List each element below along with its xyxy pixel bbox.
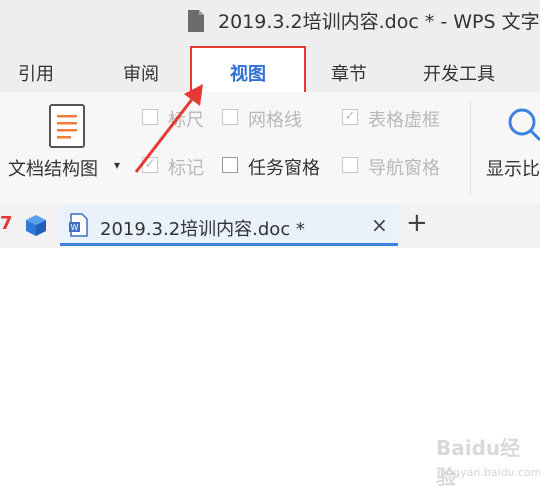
task-pane-label: 任务窗格 (248, 158, 320, 179)
table-gridlines-label: 表格虚框 (368, 110, 440, 131)
new-tab-button[interactable]: + (406, 208, 428, 238)
watermark-logo: Baidu经验 (436, 436, 521, 489)
word-document-icon: W (69, 213, 88, 237)
tab-view-label: 视图 (230, 64, 266, 85)
zoom-button[interactable]: 显示比 (486, 155, 540, 181)
ruler-label: 标尺 (168, 110, 204, 131)
document-map-button[interactable]: 文档结构图 (8, 155, 98, 181)
chevron-down-icon[interactable]: ▾ (114, 158, 120, 172)
ribbon-divider (470, 102, 471, 194)
tab-review[interactable]: 审阅 (123, 60, 159, 86)
markup-label: 标记 (168, 158, 204, 179)
svg-text:W: W (71, 223, 79, 232)
tab-developer-tools[interactable]: 开发工具 (423, 60, 495, 86)
gridlines-checkbox[interactable] (222, 109, 238, 125)
watermark-url: jingyan.baidu.com (440, 466, 540, 479)
magnifier-icon[interactable] (504, 104, 540, 144)
window-title: 2019.3.2培训内容.doc * - WPS 文字 (218, 11, 540, 33)
navigation-pane-checkbox[interactable] (342, 157, 358, 173)
ruler-checkbox[interactable] (142, 109, 158, 125)
table-gridlines-checkbox[interactable]: ✓ (342, 109, 358, 125)
document-file-icon (188, 10, 204, 32)
left-edge-marker: 7 (0, 213, 13, 234)
tab-view[interactable]: 视图 (190, 46, 306, 92)
document-map-icon[interactable] (47, 103, 87, 149)
gridlines-label: 网格线 (248, 110, 302, 131)
tab-chapter[interactable]: 章节 (331, 60, 367, 86)
cube-icon[interactable] (24, 213, 48, 237)
document-tab-title: 2019.3.2培训内容.doc * (100, 219, 305, 240)
close-icon[interactable]: × (371, 213, 388, 237)
tab-references[interactable]: 引用 (18, 60, 54, 86)
markup-checkbox[interactable]: ✓ (142, 157, 158, 173)
task-pane-checkbox[interactable] (222, 157, 238, 173)
navigation-pane-label: 导航窗格 (368, 158, 440, 179)
